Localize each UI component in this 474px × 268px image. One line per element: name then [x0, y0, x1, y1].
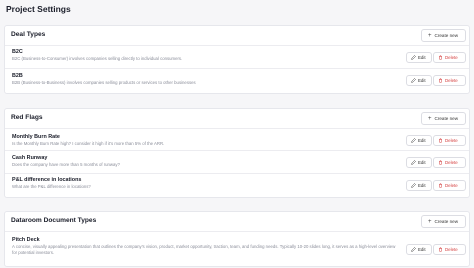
edit-label: Edit [418, 138, 426, 143]
item-description: Does the company have more than 5 months… [12, 162, 120, 167]
pencil-icon [411, 78, 416, 83]
section-header: Red Flags + Create new [5, 109, 469, 129]
item-title: Monthly Burn Rate [12, 134, 60, 140]
plus-icon: + [428, 218, 432, 225]
item-description: A concise, visually appealing presentati… [12, 244, 396, 255]
item-description: B2C (Business-to-Consumer) involves comp… [12, 56, 183, 61]
delete-button[interactable]: Delete [433, 52, 466, 63]
edit-button[interactable]: Edit [406, 75, 432, 86]
edit-label: Edit [418, 160, 426, 165]
item-description: Is the Monthly Burn Rate high? I conside… [12, 141, 165, 146]
create-new-button[interactable]: + Create new [421, 215, 466, 228]
delete-button[interactable]: Delete [433, 157, 466, 168]
list-item: Monthly Burn Rate Is the Monthly Burn Ra… [5, 129, 469, 151]
item-title: P&L difference in locations [12, 177, 82, 183]
edit-label: Edit [418, 183, 426, 188]
section-header: Deal Types + Create new [5, 26, 469, 46]
pencil-icon [411, 183, 416, 188]
pencil-icon [411, 247, 416, 252]
list-item: B2C B2C (Business-to-Consumer) involves … [5, 46, 469, 69]
delete-label: Delete [445, 160, 458, 165]
create-new-label: Create new [434, 219, 459, 224]
create-new-label: Create new [434, 116, 459, 121]
section-header: Dataroom Document Types + Create new [5, 212, 469, 232]
item-title: Pitch Deck [12, 237, 40, 243]
delete-button[interactable]: Delete [433, 180, 466, 191]
create-new-button[interactable]: + Create new [421, 29, 466, 42]
delete-label: Delete [445, 138, 458, 143]
list-item: P&L difference in locations What are the… [5, 174, 469, 197]
delete-button[interactable]: Delete [433, 135, 466, 146]
trash-icon [439, 247, 442, 252]
trash-icon [439, 160, 442, 165]
edit-button[interactable]: Edit [406, 52, 432, 63]
edit-button[interactable]: Edit [406, 180, 432, 191]
pencil-icon [411, 55, 416, 60]
delete-label: Delete [445, 55, 458, 60]
trash-icon [439, 78, 442, 83]
edit-button[interactable]: Edit [406, 135, 432, 146]
section-title: Dataroom Document Types [11, 217, 97, 224]
edit-button[interactable]: Edit [406, 157, 432, 168]
edit-label: Edit [418, 55, 426, 60]
delete-label: Delete [445, 78, 458, 83]
delete-label: Delete [445, 183, 458, 188]
edit-label: Edit [418, 78, 426, 83]
plus-icon: + [428, 32, 432, 39]
delete-button[interactable]: Delete [433, 75, 466, 86]
item-title: B2B [12, 73, 23, 79]
section-title: Red Flags [11, 114, 43, 121]
section-title: Deal Types [11, 31, 46, 38]
edit-label: Edit [418, 247, 426, 252]
list-item: B2B B2B (Business-to-Business) involves … [5, 69, 469, 93]
trash-icon [439, 55, 442, 60]
list-item: Pitch Deck A concise, visually appealing… [5, 232, 469, 266]
delete-label: Delete [445, 247, 458, 252]
pencil-icon [411, 160, 416, 165]
section-red-flags: Red Flags + Create new Monthly Burn Rate… [4, 108, 470, 198]
item-title: Cash Runway [12, 155, 48, 161]
trash-icon [439, 183, 442, 188]
list-item: Cash Runway Does the company have more t… [5, 151, 469, 174]
create-new-label: Create new [434, 33, 459, 38]
item-description: B2B (Business-to-Business) involves comp… [12, 80, 196, 85]
item-description: What are the P&L difference in locations… [12, 184, 91, 189]
pencil-icon [411, 138, 416, 143]
edit-button[interactable]: Edit [406, 244, 432, 255]
delete-button[interactable]: Delete [433, 244, 466, 255]
plus-icon: + [428, 115, 432, 122]
section-dataroom-document-types: Dataroom Document Types + Create new Pit… [4, 211, 470, 267]
section-deal-types: Deal Types + Create new B2C B2C (Busines… [4, 25, 470, 94]
create-new-button[interactable]: + Create new [421, 112, 466, 125]
page-title: Project Settings [6, 4, 71, 14]
item-title: B2C [12, 49, 23, 55]
trash-icon [439, 138, 442, 143]
